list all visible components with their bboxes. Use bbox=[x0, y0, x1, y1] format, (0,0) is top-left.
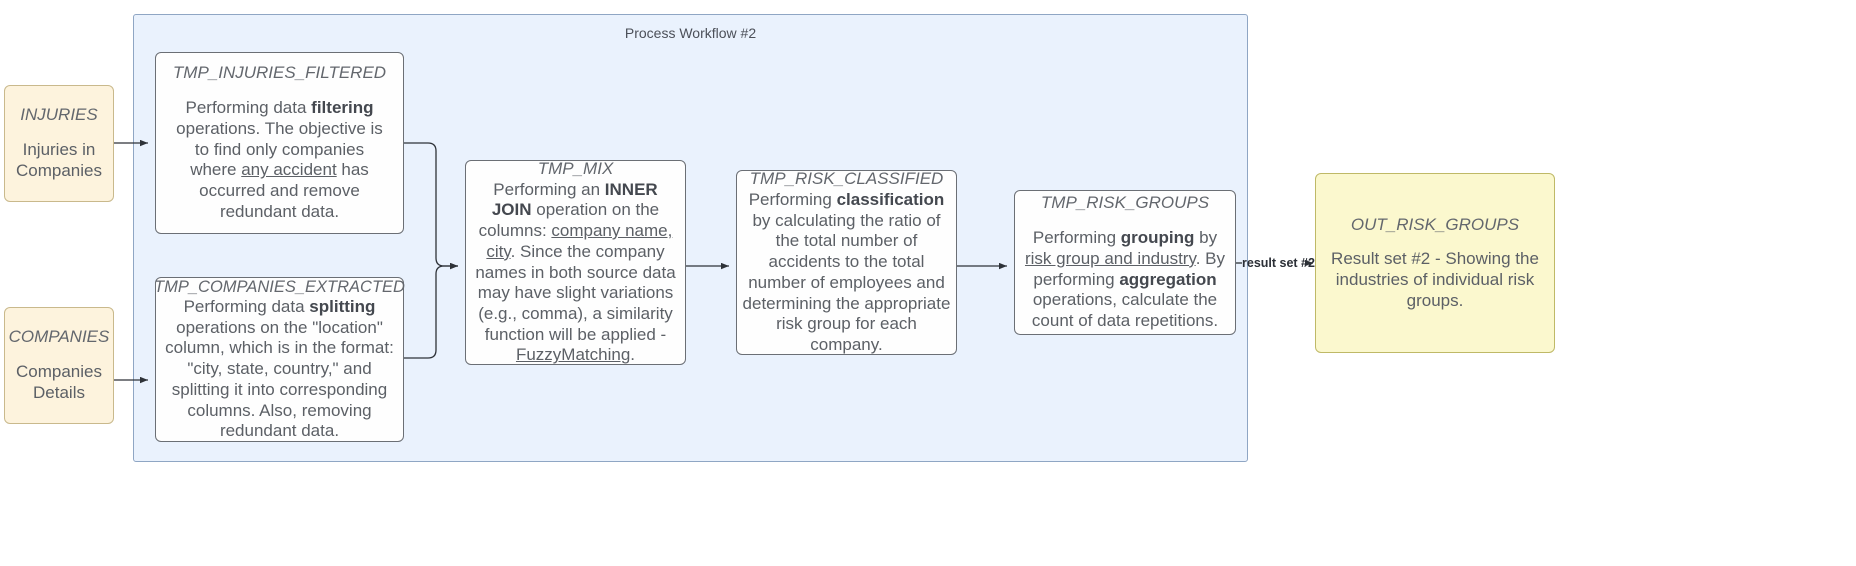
node-tmp-risk-groups[interactable]: TMP_RISK_GROUPS Performing grouping by r… bbox=[1014, 190, 1236, 335]
node-out-risk-groups[interactable]: OUT_RISK_GROUPS Result set #2 - Showing … bbox=[1315, 173, 1555, 353]
node-tmp-mix-title: TMP_MIX bbox=[537, 158, 614, 178]
node-injuries[interactable]: INJURIES Injuries in Companies bbox=[4, 85, 114, 202]
node-tmp-risk-classified-title: TMP_RISK_CLASSIFIED bbox=[749, 169, 944, 189]
node-tmp-companies-extracted-title: TMP_COMPANIES_EXTRACTED bbox=[154, 277, 405, 296]
node-tmp-risk-groups-body: Performing grouping by risk group and in… bbox=[1024, 228, 1225, 330]
node-tmp-companies-extracted[interactable]: TMP_COMPANIES_EXTRACTED Performing data … bbox=[154, 277, 405, 442]
edge-label-result-set-2: result set #2 bbox=[1242, 256, 1315, 270]
node-injuries-title: INJURIES bbox=[20, 105, 98, 125]
node-tmp-injuries-filtered-title: TMP_INJURIES_FILTERED bbox=[172, 63, 387, 83]
node-injuries-body: Injuries in Companies bbox=[16, 140, 102, 180]
node-companies[interactable]: COMPANIES Companies Details bbox=[4, 307, 114, 424]
node-tmp-mix-body: Performing an INNER JOIN operation on th… bbox=[475, 179, 676, 365]
node-tmp-companies-extracted-body: Performing data splitting operations on … bbox=[165, 297, 394, 441]
node-tmp-mix[interactable]: TMP_MIX Performing an INNER JOIN operati… bbox=[465, 158, 686, 365]
node-tmp-injuries-filtered-body: Performing data filtering operations. Th… bbox=[176, 98, 383, 221]
node-tmp-risk-classified[interactable]: TMP_RISK_CLASSIFIED Performing classific… bbox=[736, 169, 957, 355]
node-tmp-injuries-filtered[interactable]: TMP_INJURIES_FILTERED Performing data fi… bbox=[155, 52, 404, 234]
node-out-risk-groups-body: Result set #2 - Showing the industries o… bbox=[1331, 249, 1539, 310]
node-companies-body: Companies Details bbox=[16, 362, 102, 402]
node-out-risk-groups-title: OUT_RISK_GROUPS bbox=[1350, 214, 1520, 234]
cluster-label: Process Workflow #2 bbox=[624, 25, 757, 41]
diagram-canvas: Process Workflow #2 result set #2 INJURI… bbox=[0, 0, 1856, 566]
node-tmp-risk-groups-title: TMP_RISK_GROUPS bbox=[1040, 193, 1210, 213]
node-tmp-risk-classified-body: Performing classification by calculating… bbox=[742, 189, 951, 355]
node-companies-title: COMPANIES bbox=[8, 327, 110, 347]
